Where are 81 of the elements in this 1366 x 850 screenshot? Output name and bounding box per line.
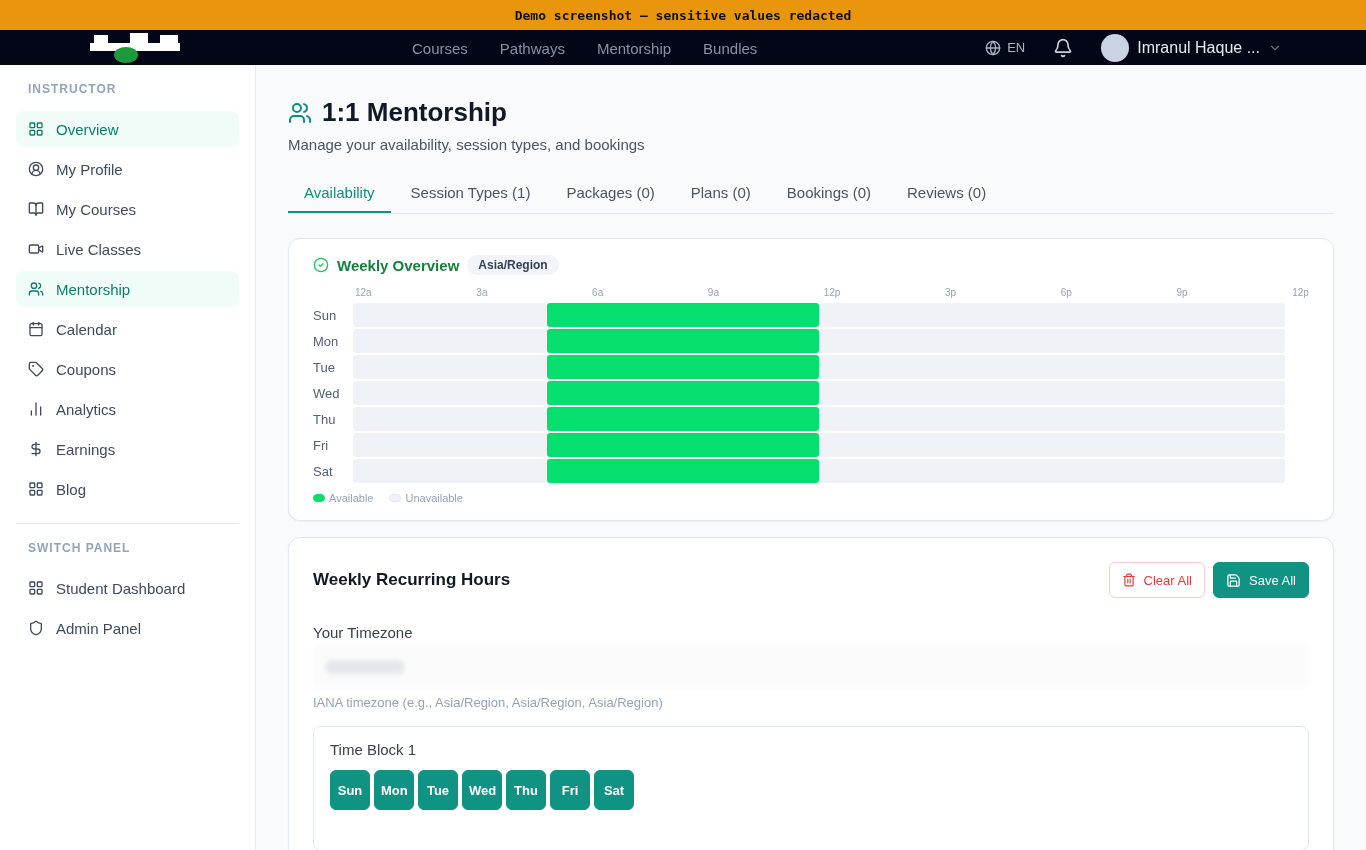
- avatar: [1101, 33, 1130, 62]
- hour-label: 9a: [707, 287, 719, 298]
- nav-link[interactable]: Bundles: [703, 40, 758, 57]
- save-icon: [1226, 572, 1241, 588]
- day-label: Wed: [313, 385, 341, 401]
- user-circle-icon: [28, 161, 44, 177]
- hour-label: 3a: [476, 287, 488, 298]
- check-circle-icon: [313, 257, 329, 273]
- tab[interactable]: Session Types (1): [394, 175, 547, 213]
- trash-icon: [1121, 573, 1136, 587]
- sidebar-item[interactable]: Calendar: [16, 311, 239, 347]
- section-title: INSTRUCTOR: [27, 81, 118, 98]
- hour-label: 12p: [1292, 287, 1309, 298]
- hour-label: 12p: [823, 287, 841, 298]
- card-title: Weekly Overview: [337, 256, 460, 274]
- day-label: Tue: [313, 359, 336, 375]
- sidebar-item[interactable]: Live Classes: [16, 231, 239, 267]
- bar-chart-icon: [28, 401, 44, 417]
- language-button[interactable]: EN: [985, 39, 1026, 56]
- demo-banner: Demo screenshot — sensitive values redacted: [0, 0, 1366, 30]
- calendar-icon: [28, 321, 44, 337]
- grid-icon: [28, 481, 44, 497]
- day-label: Sat: [313, 463, 334, 479]
- day-toggle[interactable]: Mon: [374, 770, 414, 810]
- users-icon: [288, 100, 312, 125]
- field-hint: IANA timezone (e.g., Asia/Region, Asia/Region, Asia/Region): [313, 695, 664, 710]
- book-icon: [28, 201, 44, 217]
- sidebar-item[interactable]: Coupons: [16, 351, 239, 387]
- tab[interactable]: Availability: [288, 175, 391, 213]
- day-label: Sun: [313, 307, 338, 323]
- section-heading: Weekly Recurring Hours: [313, 570, 511, 590]
- users-icon: [28, 281, 44, 297]
- grid-icon: [28, 580, 44, 596]
- sidebar-item[interactable]: Blog: [16, 471, 239, 507]
- clear-all-button[interactable]: Clear All: [1108, 562, 1205, 598]
- globe-icon: [985, 39, 1002, 56]
- page-title: 1:1 Mentorship: [322, 97, 507, 128]
- tab[interactable]: Plans (0): [674, 175, 767, 213]
- day-toggle[interactable]: Sun: [330, 770, 370, 810]
- tab[interactable]: Reviews (0): [891, 175, 1003, 213]
- legend-item: Available: [313, 492, 374, 504]
- hour-label: 3p: [944, 287, 957, 298]
- hour-label: 6p: [1060, 287, 1072, 298]
- tab[interactable]: Packages (0): [550, 175, 671, 213]
- day-toggle[interactable]: Thu: [506, 770, 546, 810]
- sidebar-item[interactable]: Mentorship: [16, 271, 239, 307]
- block-title: Time Block 1: [330, 741, 418, 758]
- legend-item: Unavailable: [389, 492, 463, 504]
- hour-label: 6a: [592, 287, 604, 298]
- hour-label: 9p: [1176, 287, 1188, 298]
- video-camera-icon: [28, 241, 44, 257]
- shield-icon: [28, 620, 44, 636]
- notification-icon[interactable]: [1053, 37, 1074, 58]
- day-toggle[interactable]: Wed: [462, 770, 502, 810]
- timezone-badge: Asia/Region: [467, 255, 559, 275]
- save-all-button[interactable]: Save All: [1213, 562, 1309, 598]
- nav-link[interactable]: Pathways: [499, 40, 565, 57]
- sidebar-item[interactable]: Student Dashboard: [16, 570, 239, 606]
- tag-icon: [28, 361, 44, 377]
- dollar-icon: [28, 441, 44, 457]
- hour-label: 12a: [355, 287, 372, 298]
- section-title: SWITCH PANEL: [27, 540, 132, 557]
- day-toggle[interactable]: Sat: [594, 770, 634, 810]
- sidebar-item[interactable]: Analytics: [16, 391, 239, 427]
- sidebar-item[interactable]: My Courses: [16, 191, 239, 227]
- day-toggle[interactable]: Tue: [418, 770, 458, 810]
- user-menu[interactable]: Imranul Haque ...: [1101, 33, 1282, 62]
- grid-icon: [28, 121, 44, 137]
- sidebar-item[interactable]: Earnings: [16, 431, 239, 467]
- page-subtitle: Manage your availability, session types, and bookings: [288, 136, 646, 153]
- sidebar-item[interactable]: Admin Panel: [16, 610, 239, 646]
- sidebar-item[interactable]: Overview: [16, 111, 239, 147]
- nav-link[interactable]: Courses: [412, 40, 468, 57]
- day-label: Mon: [313, 333, 340, 349]
- day-label: Fri: [313, 437, 330, 453]
- day-toggle[interactable]: Fri: [550, 770, 590, 810]
- tab[interactable]: Bookings (0): [770, 175, 887, 213]
- nav-link[interactable]: Mentorship: [596, 40, 672, 57]
- field-label: Your Timezone: [313, 624, 414, 641]
- sidebar-item[interactable]: My Profile: [16, 151, 239, 187]
- day-label: Thu: [313, 411, 337, 427]
